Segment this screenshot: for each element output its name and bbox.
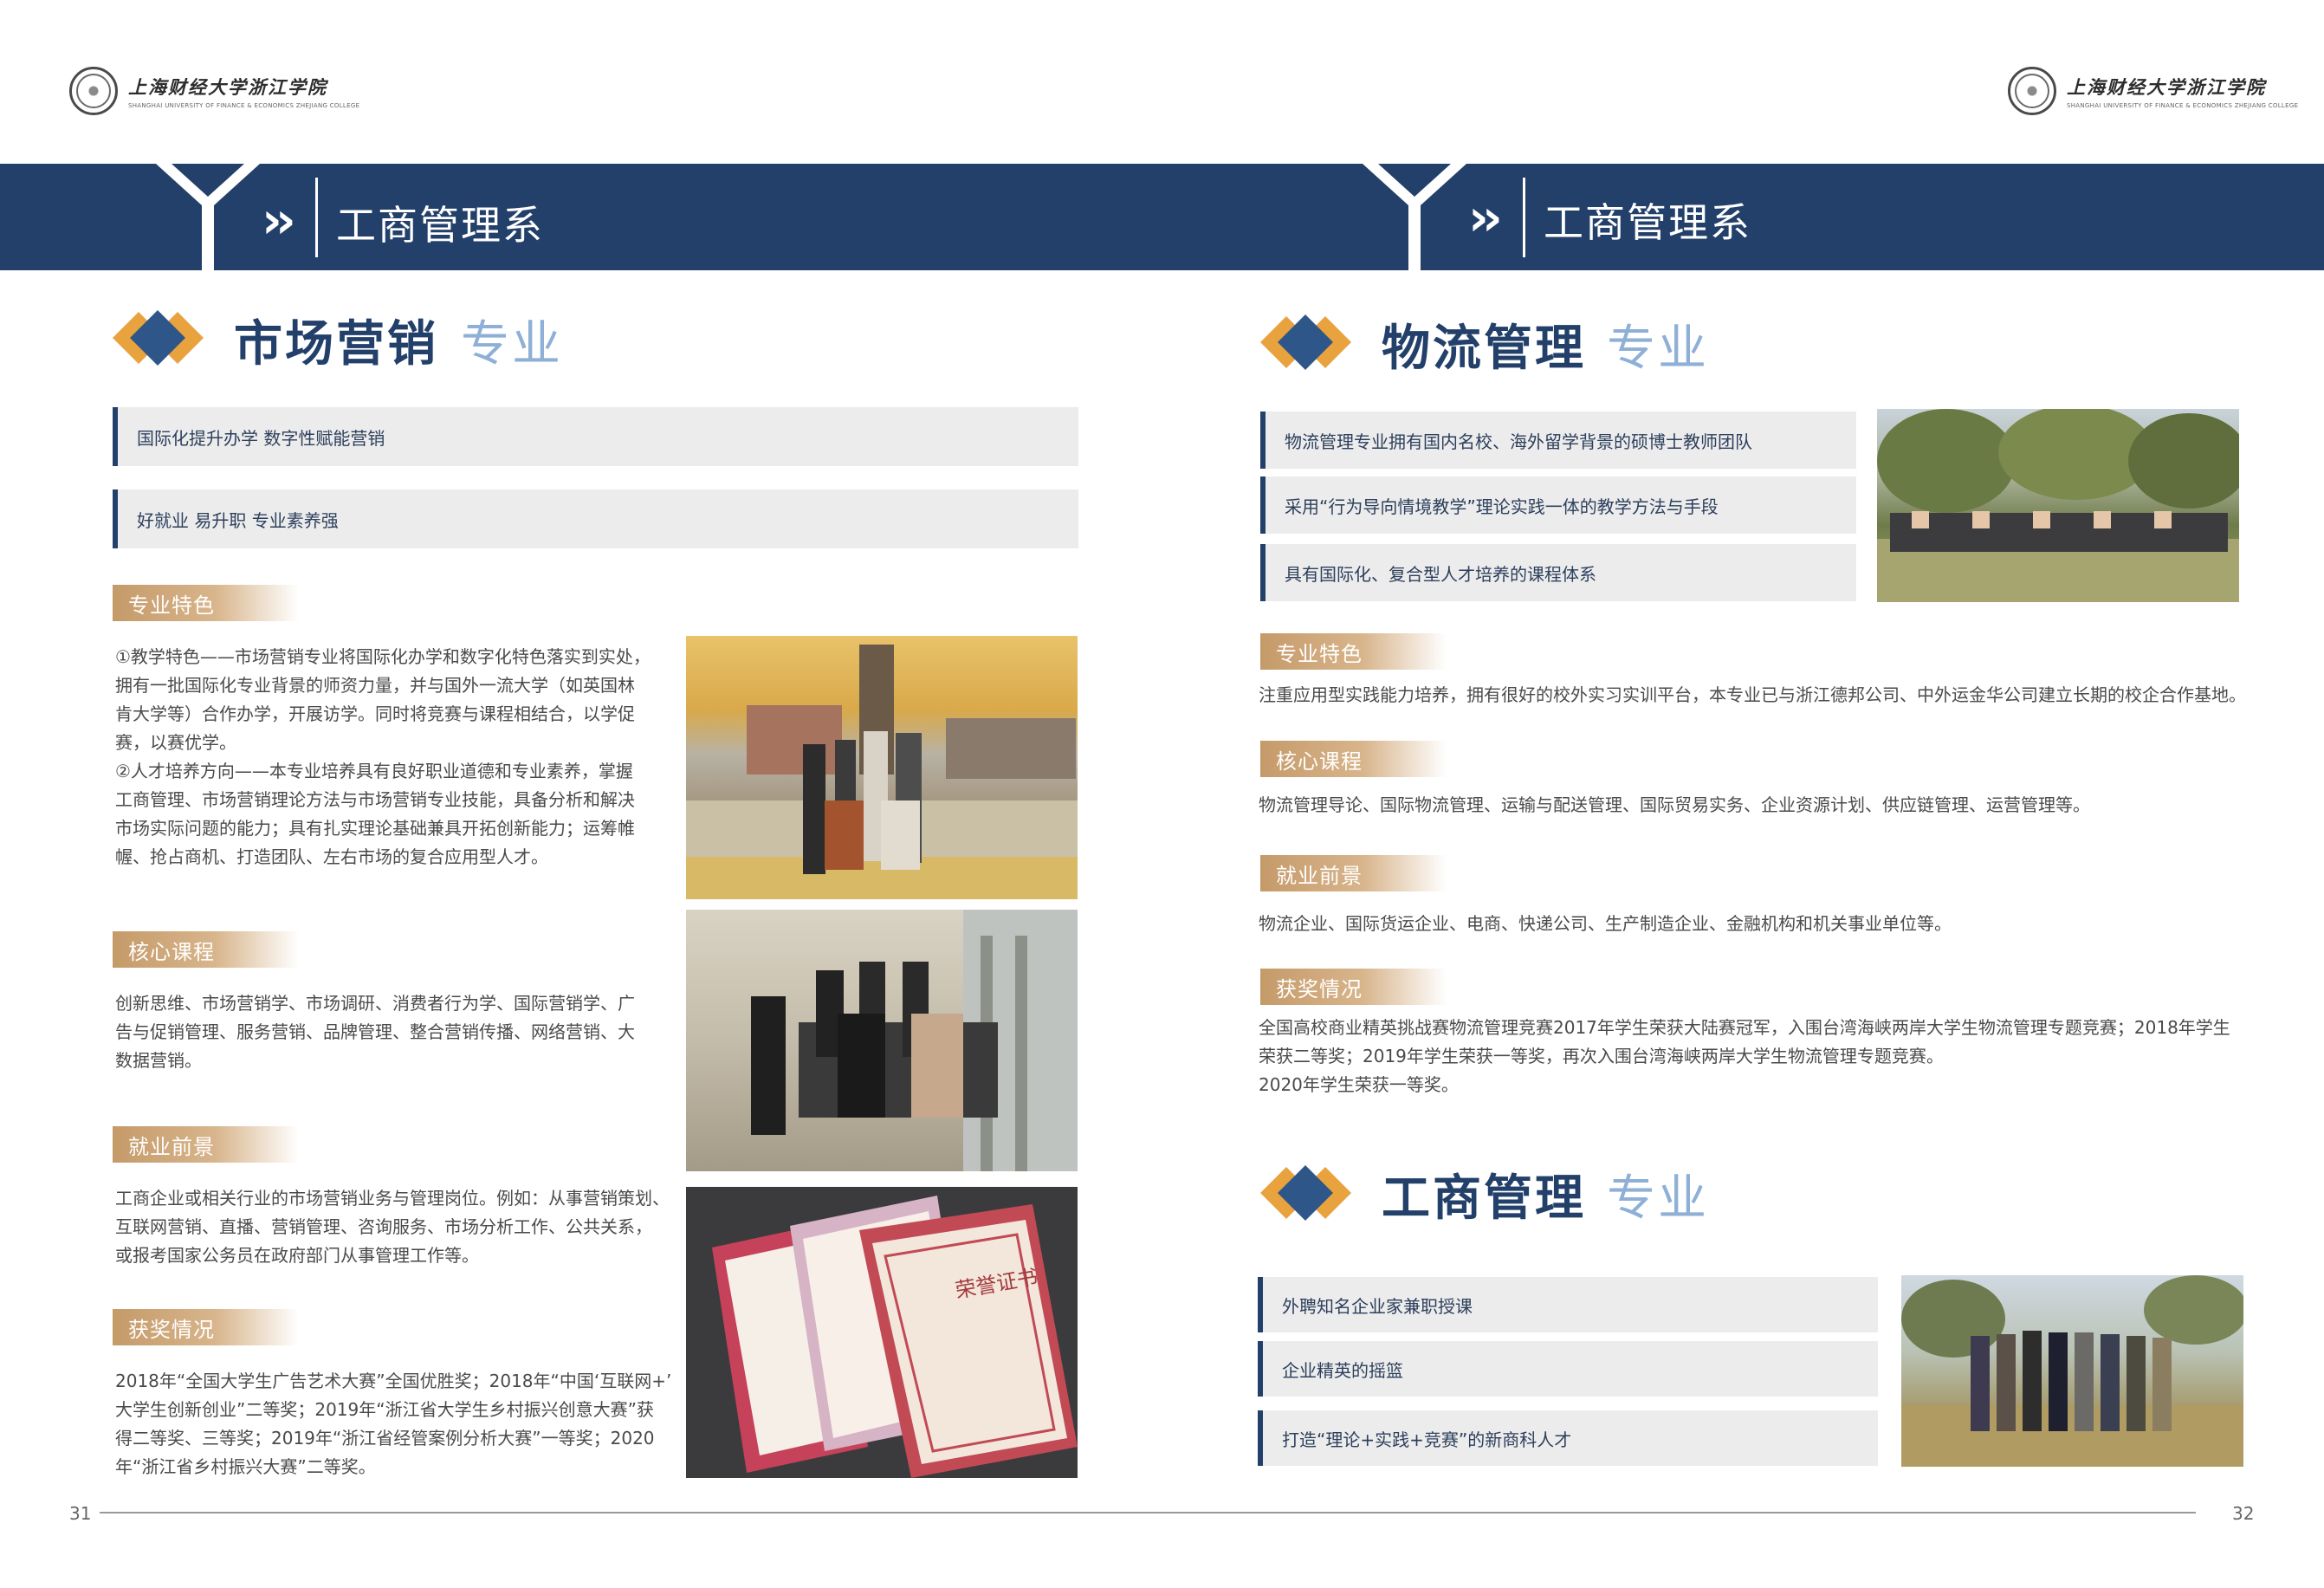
photo-certificates: 荣誉证书 — [686, 1187, 1078, 1478]
college-seal-icon — [69, 67, 118, 115]
feature-bar: 物流管理专业拥有国内名校、海外留学背景的硕博士教师团队 — [1260, 412, 1856, 469]
core-courses-text: 创新思维、市场营销学、市场调研、消费者行为学、国际营销学、广 告与促销管理、服务… — [115, 993, 635, 1071]
college-name-en: SHANGHAI UNIVERSITY OF FINANCE & ECONOMI… — [128, 101, 360, 109]
tag-career: 就业前景 — [113, 1126, 299, 1163]
tag-career: 就业前景 — [1260, 855, 1447, 891]
feature-bar: 外聘知名企业家兼职授课 — [1258, 1277, 1878, 1332]
double-chevron-icon: ›› — [1468, 188, 1503, 247]
section-suffix: 专业 — [1607, 321, 1709, 377]
tag-awards: 获奖情况 — [1260, 969, 1447, 1005]
banner-title-right: 工商管理系 — [1544, 199, 1751, 246]
photo-group-standing — [1901, 1275, 2243, 1467]
photo-group-indoor — [686, 910, 1078, 1171]
college-name-cn: 上海财经大学浙江学院 — [2067, 75, 2266, 98]
section-title-business: 工商管理 — [1382, 1170, 1586, 1227]
college-name-en: SHANGHAI UNIVERSITY OF FINANCE & ECONOMI… — [2067, 101, 2299, 109]
awards-text: 全国高校商业精英挑战赛物流管理竞赛2017年学生荣获大陆赛冠军，入围台湾海峡两岸… — [1259, 1017, 2230, 1095]
section-suffix: 专业 — [461, 316, 563, 373]
college-logo-left: 上海财经大学浙江学院 SHANGHAI UNIVERSITY OF FINANC… — [69, 61, 359, 121]
diamond-bullet-icon — [1260, 1165, 1351, 1221]
college-logo-right: 上海财经大学浙江学院 SHANGHAI UNIVERSITY OF FINANC… — [2008, 61, 2298, 121]
photo-group-lawn — [1877, 409, 2239, 602]
feature-bar: 打造“理论+实践+竞赛”的新商科人才 — [1258, 1410, 1878, 1466]
feature-bar: 企业精英的摇篮 — [1258, 1341, 1878, 1397]
section-title-logistics: 物流管理 — [1382, 321, 1586, 377]
section-title-marketing: 市场营销 — [234, 316, 438, 373]
specialty-text: 注重应用型实践能力培养，拥有很好的校外实习实训平台，本专业已与浙江德邦公司、中外… — [1259, 684, 2246, 705]
diamond-bullet-icon — [1260, 314, 1351, 370]
feature-bar: 采用“行为导向情境教学”理论实践一体的教学方法与手段 — [1260, 476, 1856, 534]
banner-title-left: 工商管理系 — [336, 202, 544, 249]
tag-core-courses: 核心课程 — [1260, 741, 1447, 777]
core-courses-text: 物流管理导论、国际物流管理、运输与配送管理、国际贸易实务、企业资源计划、供应链管… — [1259, 794, 2090, 815]
banner-y-notch-left — [156, 164, 260, 271]
college-seal-icon — [2008, 67, 2056, 115]
tag-core-courses: 核心课程 — [113, 931, 299, 968]
tag-specialty: 专业特色 — [113, 585, 299, 621]
banner-divider — [1523, 178, 1525, 257]
double-chevron-icon: ›› — [262, 191, 296, 250]
feature-bar: 具有国际化、复合型人才培养的课程体系 — [1260, 544, 1856, 601]
photo-group-ginkgo — [686, 636, 1078, 899]
footer-rule — [100, 1512, 2196, 1513]
tag-specialty: 专业特色 — [1260, 633, 1447, 670]
diamond-bullet-icon — [113, 310, 204, 366]
tag-awards: 获奖情况 — [113, 1309, 299, 1345]
page-number-right: 32 — [2232, 1503, 2255, 1524]
career-text: 工商企业或相关行业的市场营销业务与管理岗位。例如：从事营销策划、 互联网营销、直… — [115, 1188, 670, 1266]
awards-text: 2018年“全国大学生广告艺术大赛”全国优胜奖；2018年“中国‘互联网+’ 大… — [115, 1371, 672, 1477]
banner-y-notch-right — [1363, 164, 1466, 271]
feature-bar: 国际化提升办学 数字性赋能营销 — [113, 407, 1078, 466]
feature-bar: 好就业 易升职 专业素养强 — [113, 489, 1078, 548]
banner-divider — [315, 178, 318, 257]
career-text: 物流企业、国际货运企业、电商、快递公司、生产制造企业、金融机构和机关事业单位等。 — [1259, 913, 1952, 934]
page-number-left: 31 — [69, 1503, 92, 1524]
specialty-text: ①教学特色——市场营销专业将国际化办学和数字化特色落实到实处， 拥有一批国际化专… — [115, 646, 651, 867]
section-suffix: 专业 — [1607, 1170, 1709, 1227]
college-name-cn: 上海财经大学浙江学院 — [128, 75, 327, 98]
